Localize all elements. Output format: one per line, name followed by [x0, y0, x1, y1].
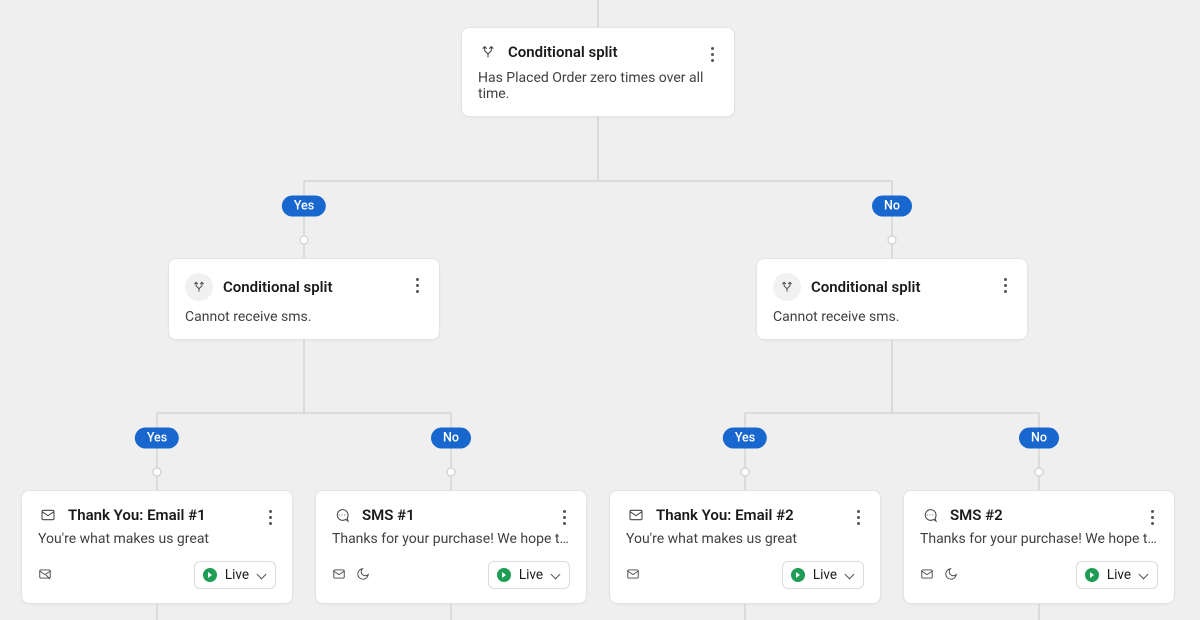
- status-label: Live: [813, 567, 837, 583]
- card-title: Conditional split: [223, 278, 332, 296]
- live-status-icon: [791, 568, 805, 582]
- quiet-hours-icon: [944, 566, 958, 585]
- status-select[interactable]: Live: [782, 561, 864, 589]
- chevron-down-icon: [845, 570, 855, 580]
- status-select[interactable]: Live: [1076, 561, 1158, 589]
- email-card[interactable]: Thank You: Email #1 You're what makes us…: [21, 490, 293, 604]
- email-card[interactable]: Thank You: Email #2 You're what makes us…: [609, 490, 881, 604]
- card-description: Thanks for your purchase! We hope that y…: [332, 531, 570, 547]
- card-title: SMS #1: [362, 506, 415, 524]
- smart-send-icon: [332, 566, 346, 585]
- card-menu-button[interactable]: [552, 505, 576, 529]
- sms-card[interactable]: SMS #1 Thanks for your purchase! We hope…: [315, 490, 587, 604]
- card-title: Thank You: Email #1: [68, 506, 206, 524]
- branch-label-no: No: [872, 196, 912, 217]
- card-menu-button[interactable]: [258, 505, 282, 529]
- smart-send-icon: [626, 566, 640, 585]
- card-title: SMS #2: [950, 506, 1003, 524]
- card-menu-button[interactable]: [1140, 505, 1164, 529]
- card-title: Conditional split: [508, 43, 617, 61]
- live-status-icon: [203, 568, 217, 582]
- branch-label-yes: Yes: [282, 196, 326, 217]
- card-description: Thanks for your purchase! We hope that y…: [920, 531, 1158, 547]
- conditional-split-card-root[interactable]: Conditional split Has Placed Order zero …: [461, 27, 735, 117]
- card-description: Has Placed Order zero times over all tim…: [478, 70, 718, 102]
- card-menu-button[interactable]: [846, 505, 870, 529]
- chevron-down-icon: [1139, 570, 1149, 580]
- branch-label-no: No: [1019, 428, 1059, 449]
- status-label: Live: [1107, 567, 1131, 583]
- smart-send-icon: [920, 566, 934, 585]
- branch-label-yes: Yes: [135, 428, 179, 449]
- card-title: Thank You: Email #2: [656, 506, 794, 524]
- status-label: Live: [225, 567, 249, 583]
- sms-card[interactable]: SMS #2 Thanks for your purchase! We hope…: [903, 490, 1175, 604]
- split-icon: [478, 42, 498, 62]
- chevron-down-icon: [257, 570, 267, 580]
- status-select[interactable]: Live: [488, 561, 570, 589]
- live-status-icon: [1085, 568, 1099, 582]
- split-icon: [185, 273, 213, 301]
- email-icon: [38, 505, 58, 525]
- split-icon: [773, 273, 801, 301]
- live-status-icon: [497, 568, 511, 582]
- conditional-split-card-left[interactable]: Conditional split Cannot receive sms.: [168, 258, 440, 340]
- card-description: You're what makes us great: [626, 531, 864, 547]
- branch-label-no: No: [431, 428, 471, 449]
- sms-icon: [332, 505, 352, 525]
- card-title: Conditional split: [811, 278, 920, 296]
- card-menu-button[interactable]: [700, 42, 724, 66]
- card-menu-button[interactable]: [993, 273, 1017, 297]
- email-icon: [626, 505, 646, 525]
- smart-send-icon: [38, 566, 52, 585]
- card-description: Cannot receive sms.: [185, 309, 423, 325]
- card-description: You're what makes us great: [38, 531, 276, 547]
- conditional-split-card-right[interactable]: Conditional split Cannot receive sms.: [756, 258, 1028, 340]
- quiet-hours-icon: [356, 566, 370, 585]
- status-label: Live: [519, 567, 543, 583]
- sms-icon: [920, 505, 940, 525]
- chevron-down-icon: [551, 570, 561, 580]
- card-description: Cannot receive sms.: [773, 309, 1011, 325]
- card-menu-button[interactable]: [405, 273, 429, 297]
- branch-label-yes: Yes: [723, 428, 767, 449]
- status-select[interactable]: Live: [194, 561, 276, 589]
